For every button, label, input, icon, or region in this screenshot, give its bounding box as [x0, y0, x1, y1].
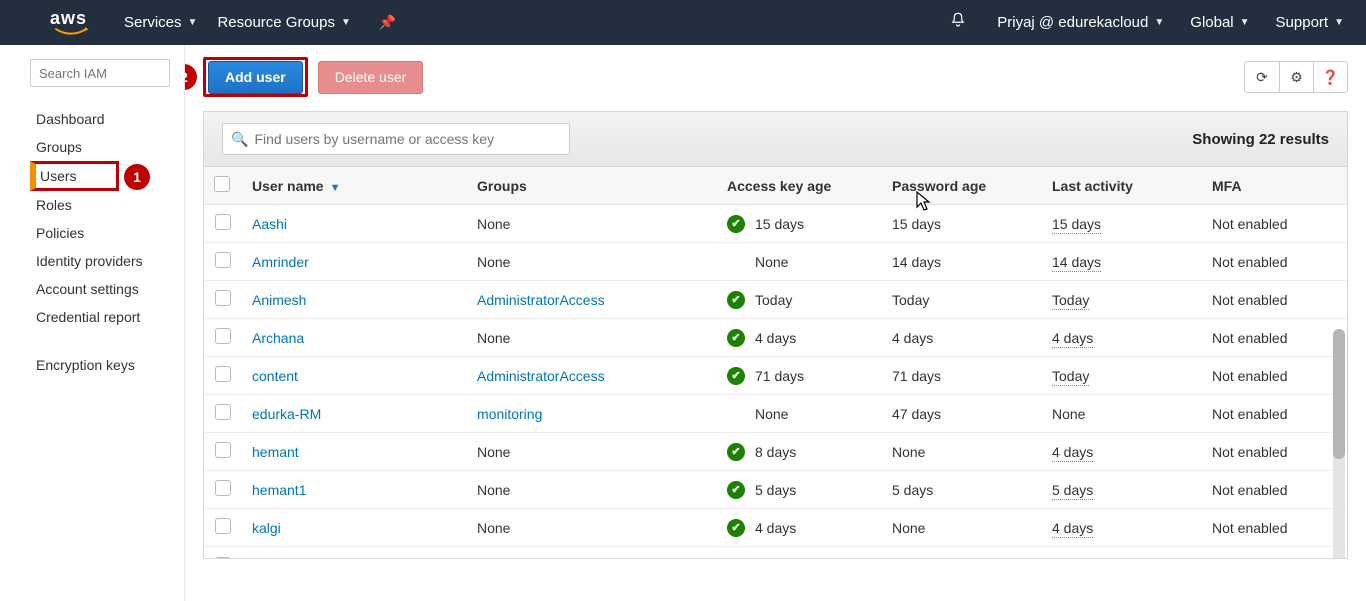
nav-pin-icon[interactable]: 📌	[369, 0, 406, 45]
last-activity[interactable]: 4 days	[1052, 330, 1093, 348]
table-row: AmrinderNoneNone14 days14 daysNot enable…	[204, 243, 1347, 281]
row-checkbox[interactable]	[215, 328, 231, 344]
chevron-down-icon: ▼	[1334, 17, 1344, 28]
group-link[interactable]: AdministratorAccess	[477, 292, 605, 308]
table-row: contentAdministratorAccess✔71 days71 day…	[204, 357, 1347, 395]
sidebar-item-users[interactable]: Users1	[30, 161, 119, 191]
user-link[interactable]: kalgi	[252, 520, 281, 536]
refresh-icon[interactable]: ⟳	[1245, 62, 1279, 92]
sidebar-item-encryption-keys[interactable]: Encryption keys	[30, 351, 176, 379]
sidebar-item-account-settings[interactable]: Account settings	[30, 275, 176, 303]
users-panel: 🔍 Showing 22 results User name▼ Groups A…	[203, 111, 1348, 559]
action-bar: 2 Add user Delete user ⟳ ⚙ ❓	[203, 57, 1348, 97]
sort-asc-icon: ▼	[330, 182, 341, 194]
sidebar-item-roles[interactable]: Roles	[30, 191, 176, 219]
check-circle-icon: ✔	[727, 291, 745, 309]
group-link[interactable]: monitoring	[477, 406, 542, 422]
sidebar-item-dashboard[interactable]: Dashboard	[30, 105, 176, 133]
col-user[interactable]: User name▼	[242, 167, 467, 205]
row-checkbox[interactable]	[215, 290, 231, 306]
check-circle-icon: ✔	[727, 329, 745, 347]
nav-account[interactable]: Priyaj @ edurekacloud▼	[987, 14, 1174, 31]
check-circle-icon: ✔	[727, 481, 745, 499]
check-circle-icon: ✔	[727, 367, 745, 385]
row-checkbox[interactable]	[215, 366, 231, 382]
users-table: User name▼ Groups Access key age Passwor…	[204, 167, 1347, 558]
help-icon[interactable]: ❓	[1313, 62, 1347, 92]
sidebar-item-groups[interactable]: Groups	[30, 133, 176, 161]
select-all-checkbox[interactable]	[214, 176, 230, 192]
last-activity[interactable]: 5 days	[1052, 482, 1093, 500]
table-row: ArchanaNone✔4 days4 days4 daysNot enable…	[204, 319, 1347, 357]
main-content: 2 Add user Delete user ⟳ ⚙ ❓ 🔍 Showing 2…	[185, 45, 1366, 601]
user-link[interactable]: edurka-RM	[252, 406, 321, 422]
sidebar-item-credential-report[interactable]: Credential report	[30, 303, 176, 331]
user-link[interactable]: content	[252, 368, 298, 384]
last-activity[interactable]: 4 days	[1052, 444, 1093, 462]
row-checkbox[interactable]	[215, 480, 231, 496]
annotation-badge-2: 2	[185, 64, 197, 90]
user-link[interactable]: Amrinder	[252, 254, 309, 270]
delete-user-button[interactable]: Delete user	[318, 61, 424, 94]
results-count: Showing 22 results	[1192, 131, 1329, 148]
chevron-down-icon: ▼	[188, 17, 198, 28]
col-password-age[interactable]: Password age	[882, 167, 1042, 205]
chevron-down-icon: ▼	[341, 17, 351, 28]
row-checkbox[interactable]	[215, 214, 231, 230]
row-checkbox[interactable]	[215, 252, 231, 268]
user-link[interactable]: hemant1	[252, 482, 306, 498]
sidebar-item-identity-providers[interactable]: Identity providers	[30, 247, 176, 275]
row-checkbox[interactable]	[215, 404, 231, 420]
last-activity[interactable]: 15 days	[1052, 216, 1101, 234]
table-row: AnimeshAdministratorAccess✔TodayTodayTod…	[204, 281, 1347, 319]
search-iam-input[interactable]	[30, 59, 170, 87]
last-activity[interactable]: 4 days	[1052, 520, 1093, 538]
search-icon: 🔍	[231, 131, 248, 148]
col-groups[interactable]: Groups	[467, 167, 717, 205]
user-link[interactable]: Animesh	[252, 292, 306, 308]
chevron-down-icon: ▼	[1240, 17, 1250, 28]
row-checkbox[interactable]	[215, 442, 231, 458]
user-link[interactable]: hemant	[252, 444, 299, 460]
nav-resource-groups[interactable]: Resource Groups▼	[207, 0, 360, 45]
table-row: edurka-RMmonitoringNone47 daysNoneNot en…	[204, 395, 1347, 433]
table-row: negiNone⚠125 daysNoneTodayNot enabled	[204, 547, 1347, 559]
col-mfa[interactable]: MFA	[1202, 167, 1347, 205]
table-row: kalgiNone✔4 daysNone4 daysNot enabled	[204, 509, 1347, 547]
last-activity[interactable]: Today	[1052, 368, 1089, 386]
nav-region[interactable]: Global▼	[1180, 14, 1259, 31]
user-link[interactable]: Archana	[252, 330, 304, 346]
gear-icon[interactable]: ⚙	[1279, 62, 1313, 92]
find-users-input[interactable]	[254, 131, 561, 147]
chevron-down-icon: ▼	[1154, 17, 1164, 28]
user-link[interactable]: Aashi	[252, 216, 287, 232]
vertical-scrollbar[interactable]	[1333, 329, 1345, 558]
warning-icon: ⚠	[727, 556, 741, 558]
row-checkbox[interactable]	[215, 557, 231, 559]
check-circle-icon: ✔	[727, 215, 745, 233]
row-checkbox[interactable]	[215, 518, 231, 534]
col-access-key-age[interactable]: Access key age	[717, 167, 882, 205]
bell-icon[interactable]	[949, 11, 967, 34]
last-activity[interactable]: 14 days	[1052, 254, 1101, 272]
annotation-badge-1: 1	[124, 164, 150, 190]
sidebar: DashboardGroupsUsers1RolesPoliciesIdenti…	[0, 45, 185, 601]
sidebar-item-policies[interactable]: Policies	[30, 219, 176, 247]
table-row: hemant1None✔5 days5 days5 daysNot enable…	[204, 471, 1347, 509]
table-row: AashiNone✔15 days15 days15 daysNot enabl…	[204, 205, 1347, 243]
col-last-activity[interactable]: Last activity	[1042, 167, 1202, 205]
last-activity[interactable]: Today	[1052, 292, 1089, 310]
horizontal-scrollbar[interactable]	[203, 559, 1348, 575]
check-circle-icon: ✔	[727, 519, 745, 537]
table-row: hemantNone✔8 daysNone4 daysNot enabled	[204, 433, 1347, 471]
add-user-button[interactable]: Add user	[208, 61, 303, 94]
group-link[interactable]: AdministratorAccess	[477, 368, 605, 384]
nav-services[interactable]: Services▼	[114, 0, 207, 45]
find-users-input-wrap: 🔍	[222, 123, 570, 155]
top-nav: aws Services▼ Resource Groups▼ 📌 Priyaj …	[0, 0, 1366, 45]
toolbar-right: ⟳ ⚙ ❓	[1244, 61, 1348, 93]
aws-logo[interactable]: aws	[50, 8, 92, 37]
check-circle-icon: ✔	[727, 443, 745, 461]
nav-support[interactable]: Support▼	[1266, 14, 1354, 31]
